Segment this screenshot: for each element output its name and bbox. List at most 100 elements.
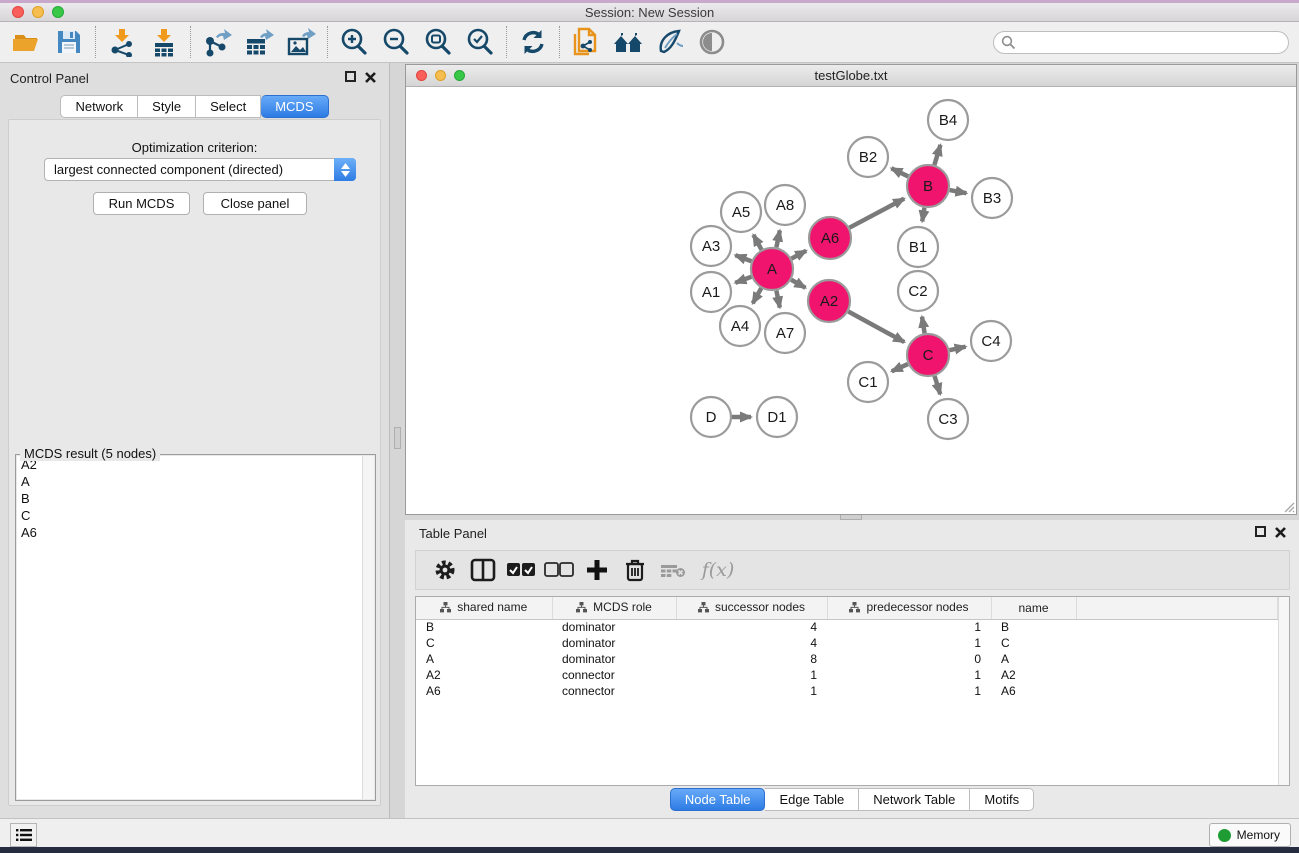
node-B[interactable]: B	[907, 165, 949, 207]
cell[interactable]: connector	[552, 683, 676, 699]
cell[interactable]: dominator	[552, 651, 676, 667]
cell[interactable]: A6	[416, 683, 552, 699]
function-builder-button[interactable]: f(x)	[692, 553, 744, 587]
mcds-result-item[interactable]: C	[17, 508, 362, 524]
cell[interactable]: dominator	[552, 635, 676, 651]
network-from-file-button[interactable]	[565, 24, 607, 60]
node-A8[interactable]: A8	[765, 185, 805, 225]
table-row[interactable]: Bdominator41B	[416, 619, 1278, 635]
table-header-row[interactable]: shared nameMCDS rolesuccessor nodesprede…	[416, 597, 1278, 619]
cell[interactable]: 0	[827, 651, 991, 667]
edge-B-B3[interactable]	[950, 190, 967, 193]
column-header-MCDS-role[interactable]: MCDS role	[552, 597, 676, 619]
edge-C-C1[interactable]	[892, 364, 908, 371]
tab-edge-table[interactable]: Edge Table	[765, 788, 859, 811]
tab-network-table[interactable]: Network Table	[859, 788, 970, 811]
node-B1[interactable]: B1	[898, 227, 938, 267]
zoom-in-button[interactable]	[333, 24, 375, 60]
node-C4[interactable]: C4	[971, 321, 1011, 361]
cell[interactable]: 1	[676, 667, 827, 683]
zoom-fit-button[interactable]	[417, 24, 459, 60]
edge-A-A5[interactable]	[753, 235, 761, 250]
tab-network[interactable]: Network	[60, 95, 138, 118]
table-row[interactable]: A6connector11A6	[416, 683, 1278, 699]
edge-A-A7[interactable]	[776, 291, 779, 308]
task-history-button[interactable]	[10, 823, 37, 847]
run-mcds-button[interactable]: Run MCDS	[93, 192, 190, 215]
tab-mcds[interactable]: MCDS	[261, 95, 328, 118]
node-A2[interactable]: A2	[808, 280, 850, 322]
cell[interactable]: 1	[827, 683, 991, 699]
cell[interactable]: C	[416, 635, 552, 651]
export-network-button[interactable]	[196, 24, 238, 60]
edge-A-A4[interactable]	[753, 288, 762, 303]
close-panel-icon[interactable]	[364, 71, 377, 84]
cell[interactable]: C	[991, 635, 1076, 651]
import-table-button[interactable]	[143, 24, 185, 60]
node-D[interactable]: D	[691, 397, 731, 437]
tab-style[interactable]: Style	[138, 95, 196, 118]
node-B4[interactable]: B4	[928, 100, 968, 140]
cell[interactable]: connector	[552, 667, 676, 683]
cell[interactable]: B	[416, 619, 552, 635]
search-field[interactable]	[993, 31, 1289, 54]
cell[interactable]: dominator	[552, 619, 676, 635]
mcds-result-list[interactable]: A2ABCA6	[17, 456, 362, 799]
cell[interactable]: A	[991, 651, 1076, 667]
cell[interactable]: B	[991, 619, 1076, 635]
export-image-button[interactable]	[280, 24, 322, 60]
column-header-successor-nodes[interactable]: successor nodes	[676, 597, 827, 619]
tab-node-table[interactable]: Node Table	[670, 788, 766, 811]
cell[interactable]: 1	[827, 667, 991, 683]
node-C[interactable]: C	[907, 334, 949, 376]
open-session-button[interactable]	[6, 24, 48, 60]
import-network-button[interactable]	[101, 24, 143, 60]
style-brush-button[interactable]	[649, 24, 691, 60]
vertical-splitter-handle[interactable]	[394, 427, 401, 449]
optimization-criterion-select[interactable]: largest connected component (directed)	[44, 158, 356, 181]
zoom-out-button[interactable]	[375, 24, 417, 60]
table-row[interactable]: Cdominator41C	[416, 635, 1278, 651]
node-A4[interactable]: A4	[720, 306, 760, 346]
home-button[interactable]	[607, 24, 649, 60]
edge-A-A8[interactable]	[776, 230, 779, 247]
add-column-button[interactable]	[578, 553, 616, 587]
save-session-button[interactable]	[48, 24, 90, 60]
edge-C-C3[interactable]	[935, 376, 941, 394]
float-table-panel-icon[interactable]	[1255, 526, 1266, 537]
edge-A2-C[interactable]	[848, 312, 904, 343]
select-all-button[interactable]	[502, 553, 540, 587]
resize-grip-icon[interactable]	[1281, 499, 1295, 513]
cell[interactable]: 4	[676, 619, 827, 635]
tab-select[interactable]: Select	[196, 95, 261, 118]
node-A3[interactable]: A3	[691, 226, 731, 266]
edge-A-A1[interactable]	[735, 277, 751, 283]
node-C1[interactable]: C1	[848, 362, 888, 402]
edge-A-A3[interactable]	[735, 255, 751, 261]
edge-A-A2[interactable]	[791, 280, 805, 288]
node-B3[interactable]: B3	[972, 178, 1012, 218]
split-view-button[interactable]	[464, 553, 502, 587]
mcds-result-item[interactable]: B	[17, 491, 362, 507]
close-table-panel-icon[interactable]	[1274, 526, 1287, 539]
edge-C-C2[interactable]	[922, 317, 925, 334]
cell[interactable]: 1	[676, 683, 827, 699]
float-panel-icon[interactable]	[345, 71, 356, 82]
edge-A-A6[interactable]	[791, 251, 806, 259]
cell[interactable]: A2	[991, 667, 1076, 683]
table-row[interactable]: Adominator80A	[416, 651, 1278, 667]
cell[interactable]: 1	[827, 619, 991, 635]
mcds-result-item[interactable]: A6	[17, 525, 362, 541]
node-A[interactable]: A	[751, 248, 793, 290]
cell[interactable]: A2	[416, 667, 552, 683]
cell[interactable]: A6	[991, 683, 1076, 699]
cell[interactable]: 1	[827, 635, 991, 651]
edge-B-B2[interactable]	[891, 168, 908, 176]
cell[interactable]: A	[416, 651, 552, 667]
table-row[interactable]: A2connector11A2	[416, 667, 1278, 683]
hide-details-button[interactable]	[691, 24, 733, 60]
mcds-result-scrollbar[interactable]	[362, 456, 374, 799]
node-A7[interactable]: A7	[765, 313, 805, 353]
delete-button[interactable]	[616, 553, 654, 587]
table-scrollbar[interactable]	[1278, 597, 1289, 785]
